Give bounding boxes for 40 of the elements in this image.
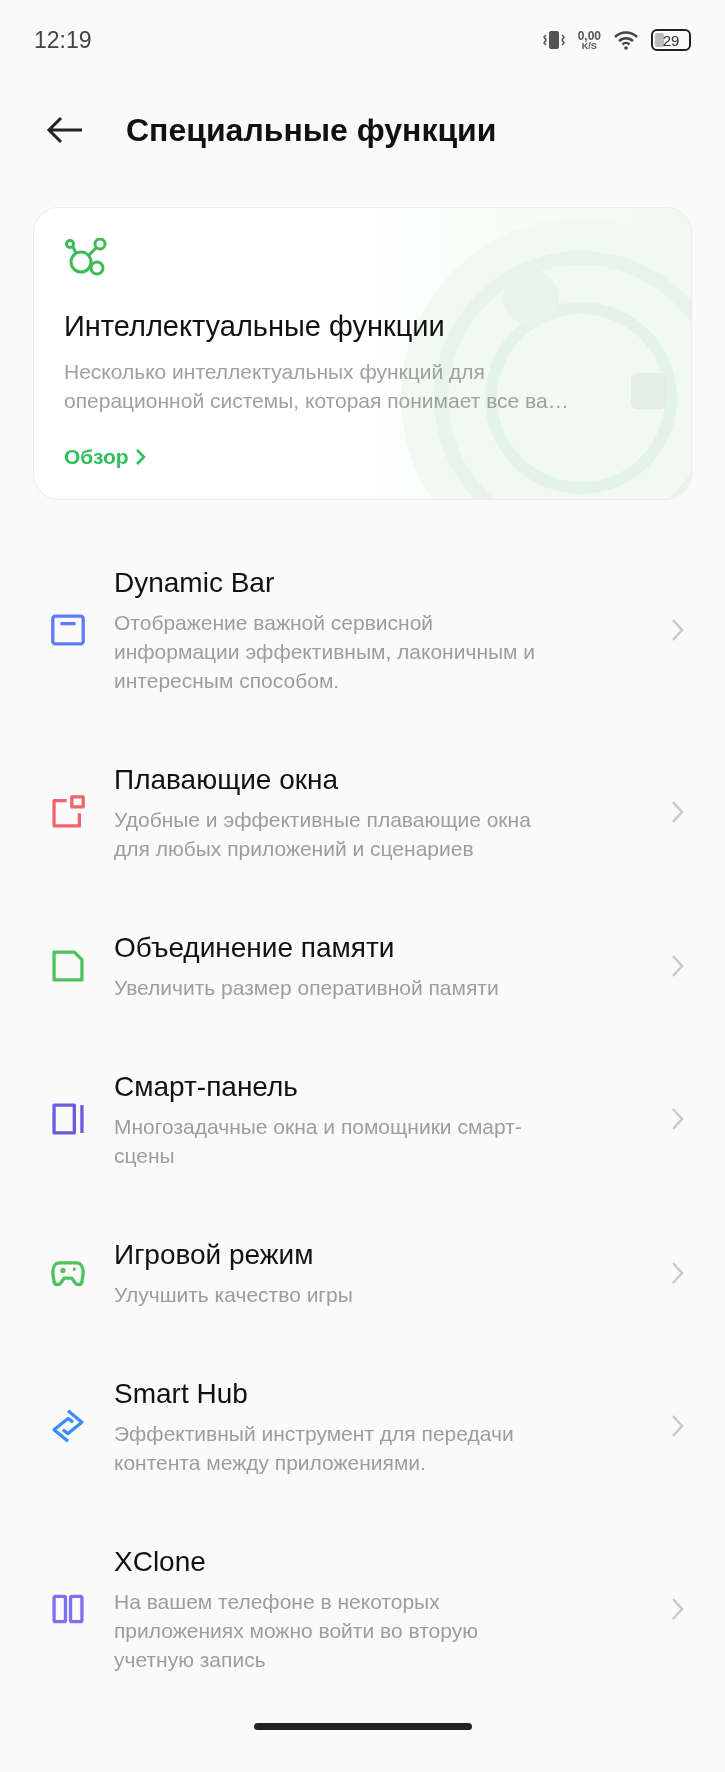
vibrate-icon	[541, 29, 566, 51]
back-arrow-icon[interactable]	[46, 116, 84, 144]
settings-item[interactable]: Объединение памяти Увеличить размер оперативной памяти	[0, 897, 725, 1036]
item-description: Удобные и эффективные плавающие окна для любых приложений и сценариев	[114, 807, 532, 862]
item-title: Игровой режим	[114, 1238, 315, 1272]
chevron-right-icon	[671, 800, 685, 824]
item-title: Плавающие окна	[114, 763, 340, 797]
network-speed: 0,00 K/S	[577, 29, 601, 51]
chevron-right-icon	[671, 617, 685, 642]
chevron-right-icon	[134, 448, 147, 466]
settings-item[interactable]: Игровой режим Улучшить качество игры	[0, 1204, 725, 1343]
settings-item[interactable]: Smart Hub Эффективный инструмент для передачи контента между приложениями.	[0, 1343, 725, 1511]
settings-item[interactable]: Плавающие окна Удобные и эффективные плавающие окна для любых приложений и сценариев	[0, 729, 725, 897]
item-description: Отображение важной сервисной информации эффективным, лаконичным и интересным способом.	[114, 610, 537, 694]
item-description: На вашем телефоне в некоторых приложениях можно войти во вторую учетную запись	[114, 1589, 479, 1673]
battery-icon: 29	[651, 29, 691, 51]
settings-item[interactable]: Смарт-панель Многозадачные окна и помощники смарт-сцены	[0, 1036, 725, 1204]
item-title: Smart Hub	[114, 1377, 249, 1411]
molecule-icon	[64, 238, 108, 278]
card-description: Несколько интеллектуальных функций для операционной системы, которая понимает все ва…	[64, 359, 570, 414]
chevron-right-icon	[671, 1260, 685, 1285]
card-title: Интеллектуальные функции	[64, 310, 446, 343]
item-description: Многозадачные окна и помощники смарт-сцены	[114, 1114, 523, 1169]
item-title: Смарт-панель	[114, 1070, 299, 1104]
chevron-right-icon	[671, 1596, 685, 1621]
settings-item[interactable]: Dynamic Bar Отображение важной сервисной информации эффективным, лаконичным и интересным способом.	[0, 532, 725, 729]
feature-card[interactable]: Интеллектуальные функции Несколько интеллектуальных функций для операционной системы, которая понимает все ва… Обзор	[33, 207, 692, 500]
chevron-right-icon	[671, 1107, 685, 1131]
item-title: Dynamic Bar	[114, 566, 276, 600]
item-description: Эффективный инструмент для передачи контента между приложениями.	[114, 1421, 515, 1476]
item-title: XClone	[114, 1545, 207, 1579]
chevron-right-icon	[671, 1414, 685, 1438]
page-title: Специальные функции	[126, 111, 497, 149]
clock: 12:19	[34, 26, 93, 54]
item-description: Увеличить размер оперативной памяти	[114, 975, 500, 1001]
wifi-icon	[613, 30, 639, 50]
item-title: Объединение памяти	[114, 931, 396, 965]
settings-item[interactable]: XClone На вашем телефоне в некоторых приложениях можно войти во вторую учетную запись	[0, 1511, 725, 1708]
chevron-right-icon	[671, 953, 685, 978]
item-description: Улучшить качество игры	[114, 1282, 354, 1308]
